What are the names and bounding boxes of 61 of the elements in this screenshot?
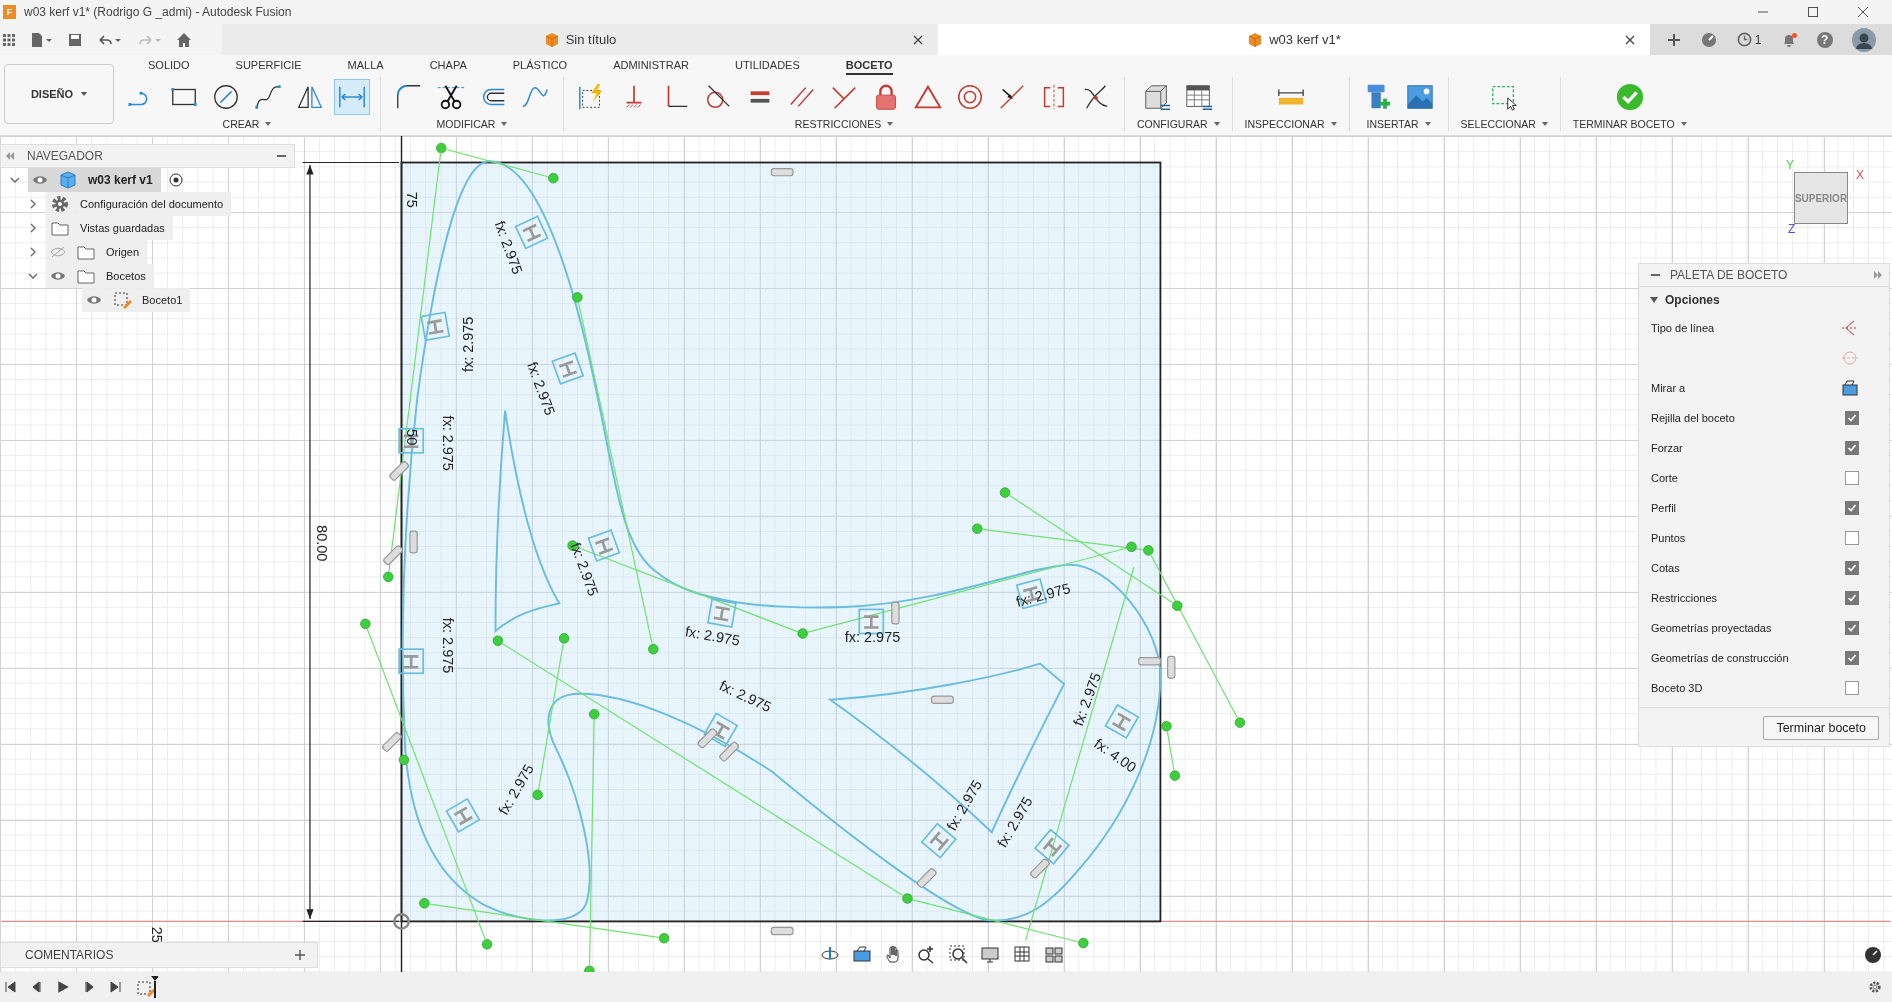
axis-label: X — [1856, 168, 1864, 182]
dimension-label[interactable]: fx: 2.975 — [459, 316, 476, 373]
panel-title: PALETA DE BOCETO — [1670, 268, 1789, 282]
dimension-label[interactable]: 75 — [404, 191, 421, 208]
dimension-label[interactable]: fx: 2.975 — [440, 415, 457, 471]
tool-group-menu[interactable]: INSPECCIONAR — [1242, 117, 1339, 131]
tree-item[interactable]: Boceto1 — [142, 294, 183, 306]
toolbar-tab[interactable]: PLÁSTICO — [512, 59, 568, 75]
tool-group-menu[interactable]: RESTRICCIONES — [792, 117, 896, 131]
toolbar-tab[interactable]: SUPERFICIE — [235, 59, 302, 75]
tool-group-menu[interactable]: TERMINAR BOCETO — [1570, 117, 1689, 131]
tool-group-menu[interactable]: CREAR — [220, 117, 274, 131]
section-title: Opciones — [1665, 293, 1720, 307]
tool-group-menu[interactable]: CONFIGURAR — [1135, 117, 1222, 131]
toolbar-tab[interactable]: UTILIDADES — [734, 59, 800, 75]
tool-group-menu[interactable]: INSERTAR — [1364, 117, 1433, 131]
tool-group-menu[interactable]: MODIFICAR — [434, 117, 510, 131]
axis-label: Y — [1786, 158, 1794, 172]
dimension-label[interactable]: fx: 2.975 — [440, 617, 457, 674]
window-title: w03 kerf v1* (Rodrigo G _admi) - Autodesk Fusion — [24, 5, 292, 19]
help-button[interactable]: ? — [1816, 31, 1833, 48]
option-label: Restricciones — [1651, 592, 1718, 604]
toolbar-tab[interactable]: BOCETO — [845, 59, 893, 75]
dimension-label[interactable]: fx: 2.975 — [1014, 580, 1073, 610]
option-label: Tipo de línea — [1651, 322, 1715, 334]
option-label: Puntos — [1651, 532, 1686, 544]
document-tab[interactable]: w03 kerf v1* — [938, 24, 1650, 55]
dimension-label[interactable]: fx: 2.975 — [524, 359, 559, 418]
dimension-label[interactable]: fx: 2.975 — [844, 629, 901, 646]
dimension-label[interactable]: 80.00 — [314, 525, 330, 562]
dimension-label[interactable]: fx: 2.975 — [1070, 670, 1104, 729]
option-label: Mirar a — [1651, 382, 1686, 394]
dimension-label[interactable]: 25 — [148, 926, 165, 943]
tree-item[interactable]: Bocetos — [106, 270, 146, 282]
dimension-label[interactable]: fx: 2.975 — [491, 218, 526, 277]
option-label: Forzar — [1651, 442, 1683, 454]
tree-item[interactable]: Origen — [106, 246, 140, 258]
workspace-dropdown[interactable]: DISEÑO — [4, 64, 114, 124]
option-label: Rejilla del boceto — [1651, 412, 1735, 424]
option-label: Corte — [1651, 472, 1678, 484]
dimension-label[interactable]: fx: 2.975 — [683, 623, 742, 649]
toolbar-tab[interactable]: ADMINISTRAR — [613, 59, 689, 75]
panel-title: COMENTARIOS — [25, 948, 114, 962]
job-count: 1 — [1754, 32, 1762, 47]
option-label: Perfil — [1651, 502, 1677, 514]
dimension-label[interactable]: fx: 2.975 — [716, 677, 774, 716]
tool-group-menu[interactable]: SELECCIONAR — [1458, 117, 1550, 131]
option-label: Geometrías proyectadas — [1651, 622, 1772, 634]
toolbar-tab[interactable]: SOLIDO — [148, 59, 190, 75]
dimension-label[interactable]: fx: 2.975 — [567, 540, 602, 598]
panel-title: NAVEGADOR — [27, 149, 104, 163]
dimension-label[interactable]: fx: 4.00 — [1091, 735, 1140, 776]
finish-sketch-button[interactable]: Terminar boceto — [1763, 716, 1879, 740]
toolbar-tab[interactable]: MALLA — [347, 59, 384, 75]
option-label: Cotas — [1651, 562, 1680, 574]
document-tab[interactable]: Sin título — [222, 24, 938, 55]
axis-label: Z — [1788, 222, 1796, 236]
option-label: Boceto 3D — [1651, 682, 1703, 694]
toolbar-tab[interactable]: CHAPA — [429, 59, 467, 75]
app-logo: F — [3, 5, 16, 19]
option-label: Geometrías de construcción — [1651, 652, 1789, 664]
